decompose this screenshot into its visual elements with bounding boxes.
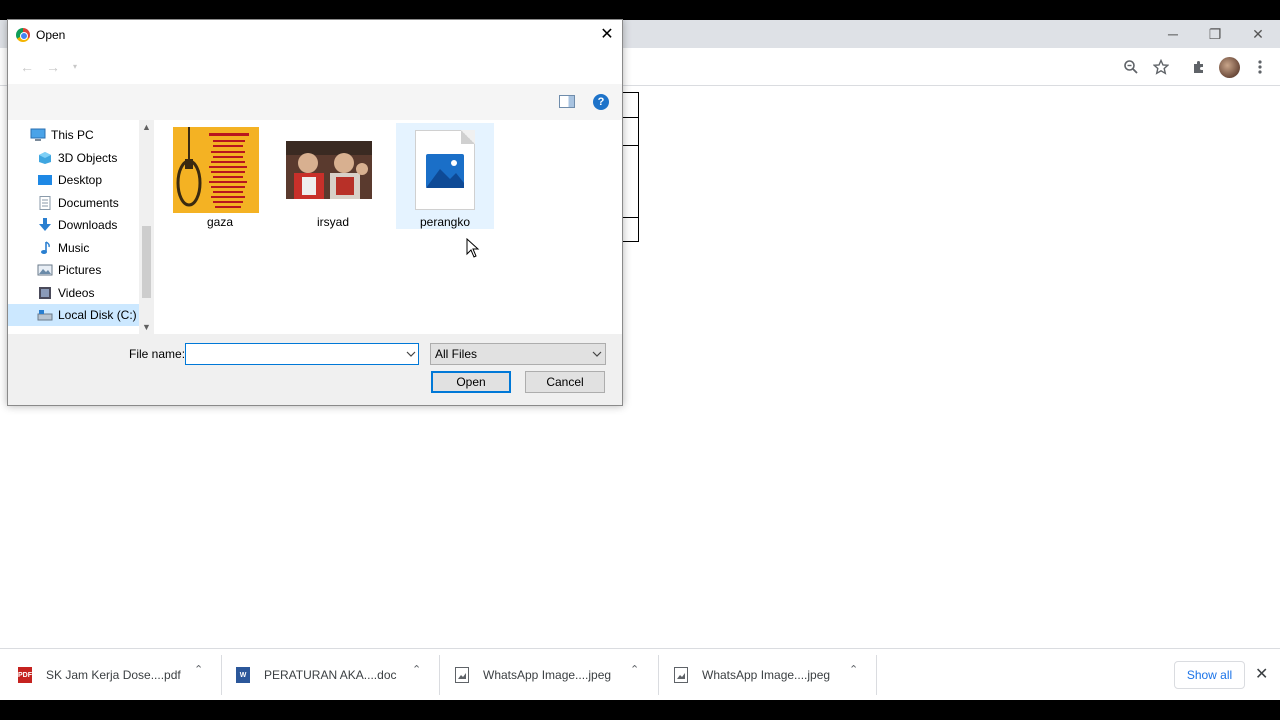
minimize-button[interactable]: ─ <box>1158 24 1188 44</box>
restore-button[interactable]: ❐ <box>1200 24 1230 44</box>
nav-item-label: This PC <box>51 128 94 142</box>
scroll-thumb[interactable] <box>142 226 151 298</box>
file-name-label: File name: <box>129 347 186 361</box>
dialog-title: Open <box>36 28 66 42</box>
file-type-filter-value: All Files <box>435 347 478 361</box>
file-item-gaza[interactable]: gaza <box>167 123 265 229</box>
file-name-input[interactable] <box>185 343 419 365</box>
divider <box>439 655 440 695</box>
irsyad-photo-thumbnail <box>286 141 372 199</box>
chevron-up-icon[interactable]: ⌃ <box>849 663 858 676</box>
image-file-icon <box>455 667 469 683</box>
cancel-button[interactable]: Cancel <box>525 371 605 393</box>
file-type-filter-select[interactable]: All Files <box>430 343 606 365</box>
dialog-command-bar <box>8 84 622 120</box>
file-item-perangko[interactable]: perangko <box>396 123 494 229</box>
nav-item-this-pc[interactable]: This PC <box>8 124 138 146</box>
image-file-icon <box>674 667 688 683</box>
file-name: irsyad <box>316 215 349 229</box>
recent-locations-chevron-icon[interactable]: ▾ <box>66 58 84 76</box>
browser-close-button[interactable]: ✕ <box>1243 24 1273 44</box>
desktop-icon <box>38 175 52 185</box>
dialog-titlebar: Open ✕ <box>8 20 622 50</box>
download-item[interactable]: W PERATURAN AKA....doc <box>236 654 397 696</box>
help-icon[interactable]: ? <box>593 94 609 110</box>
menu-kebab-icon[interactable] <box>1250 57 1270 77</box>
file-name: gaza <box>206 215 234 229</box>
nav-item-documents[interactable]: Documents <box>8 192 138 214</box>
drive-icon <box>37 310 53 321</box>
image-file-icon <box>415 130 475 210</box>
open-file-dialog: Open ✕ ← → ▾ ? This PC 3D Objects Deskto… <box>7 19 623 406</box>
nav-item-label: Downloads <box>58 218 118 232</box>
chevron-up-icon[interactable]: ⌃ <box>194 663 203 676</box>
download-file-name: SK Jam Kerja Dose....pdf <box>46 668 181 682</box>
download-item[interactable]: PDF SK Jam Kerja Dose....pdf <box>18 654 181 696</box>
zoom-icon[interactable] <box>1121 57 1141 77</box>
divider <box>658 655 659 695</box>
pictures-icon <box>37 264 53 276</box>
mouse-cursor-icon <box>466 238 480 258</box>
file-thumbnail <box>286 127 372 213</box>
computer-icon <box>30 128 46 141</box>
nav-item-desktop[interactable]: Desktop <box>8 169 138 191</box>
close-download-bar-icon[interactable]: ✕ <box>1255 664 1268 684</box>
extensions-icon[interactable] <box>1189 57 1209 77</box>
dialog-navbar: ← → ▾ <box>8 50 622 84</box>
download-file-name: WhatsApp Image....jpeg <box>483 668 612 682</box>
music-icon <box>41 241 50 254</box>
scroll-up-icon[interactable]: ▲ <box>139 120 154 134</box>
dialog-close-button[interactable]: ✕ <box>594 23 620 47</box>
file-name: perangko <box>419 215 471 229</box>
nav-item-label: Local Disk (C:) <box>58 308 137 322</box>
nav-item-label: 3D Objects <box>58 151 118 165</box>
file-list-pane: gaza irsyad perangko <box>154 120 622 334</box>
document-icon <box>39 196 51 210</box>
download-icon <box>39 218 51 231</box>
download-file-name: WhatsApp Image....jpeg <box>702 668 831 682</box>
chevron-up-icon[interactable]: ⌃ <box>412 663 421 676</box>
nav-item-music[interactable]: Music <box>8 237 138 259</box>
file-thumbnail <box>402 127 488 213</box>
nav-item-videos[interactable]: Videos <box>8 282 138 304</box>
bookmark-star-icon[interactable] <box>1151 57 1171 77</box>
download-shelf: PDF SK Jam Kerja Dose....pdf ⌃ W PERATUR… <box>0 648 1280 700</box>
download-item[interactable]: WhatsApp Image....jpeg <box>455 654 611 696</box>
file-item-irsyad[interactable]: irsyad <box>279 123 377 229</box>
gaza-image-thumbnail <box>173 127 259 213</box>
pdf-icon: PDF <box>18 667 32 683</box>
chrome-icon <box>16 28 30 42</box>
nav-item-local-disk-c[interactable]: Local Disk (C:) <box>8 304 139 326</box>
download-file-name: PERATURAN AKA....doc <box>264 668 397 682</box>
file-name-dropdown-chevron-icon[interactable] <box>403 344 418 364</box>
scroll-down-icon[interactable]: ▼ <box>139 320 154 334</box>
navigation-pane: This PC 3D Objects Desktop Documents Dow… <box>8 120 154 334</box>
download-item[interactable]: WhatsApp Image....jpeg <box>674 654 830 696</box>
divider <box>876 655 877 695</box>
nav-item-downloads[interactable]: Downloads <box>8 214 138 236</box>
chevron-down-icon <box>592 344 602 364</box>
video-icon <box>39 287 51 299</box>
profile-avatar[interactable] <box>1219 57 1240 78</box>
nav-item-label: Videos <box>58 286 95 300</box>
nav-item-pictures[interactable]: Pictures <box>8 259 138 281</box>
divider <box>221 655 222 695</box>
nav-item-label: Desktop <box>58 173 103 187</box>
nav-scrollbar[interactable]: ▲ ▼ <box>139 120 154 334</box>
open-button[interactable]: Open <box>431 371 511 393</box>
nav-item-label: Pictures <box>58 263 102 277</box>
word-doc-icon: W <box>236 667 250 683</box>
preview-pane-icon[interactable] <box>559 95 575 108</box>
file-thumbnail <box>173 127 259 213</box>
nav-item-3d-objects[interactable]: 3D Objects <box>8 147 138 169</box>
show-all-button[interactable]: Show all <box>1174 661 1245 689</box>
chevron-up-icon[interactable]: ⌃ <box>630 663 639 676</box>
forward-arrow-icon[interactable]: → <box>44 58 62 76</box>
nav-item-label: Documents <box>58 196 119 210</box>
back-arrow-icon[interactable]: ← <box>18 58 36 76</box>
cube-icon <box>39 152 51 164</box>
nav-item-label: Music <box>58 241 90 255</box>
